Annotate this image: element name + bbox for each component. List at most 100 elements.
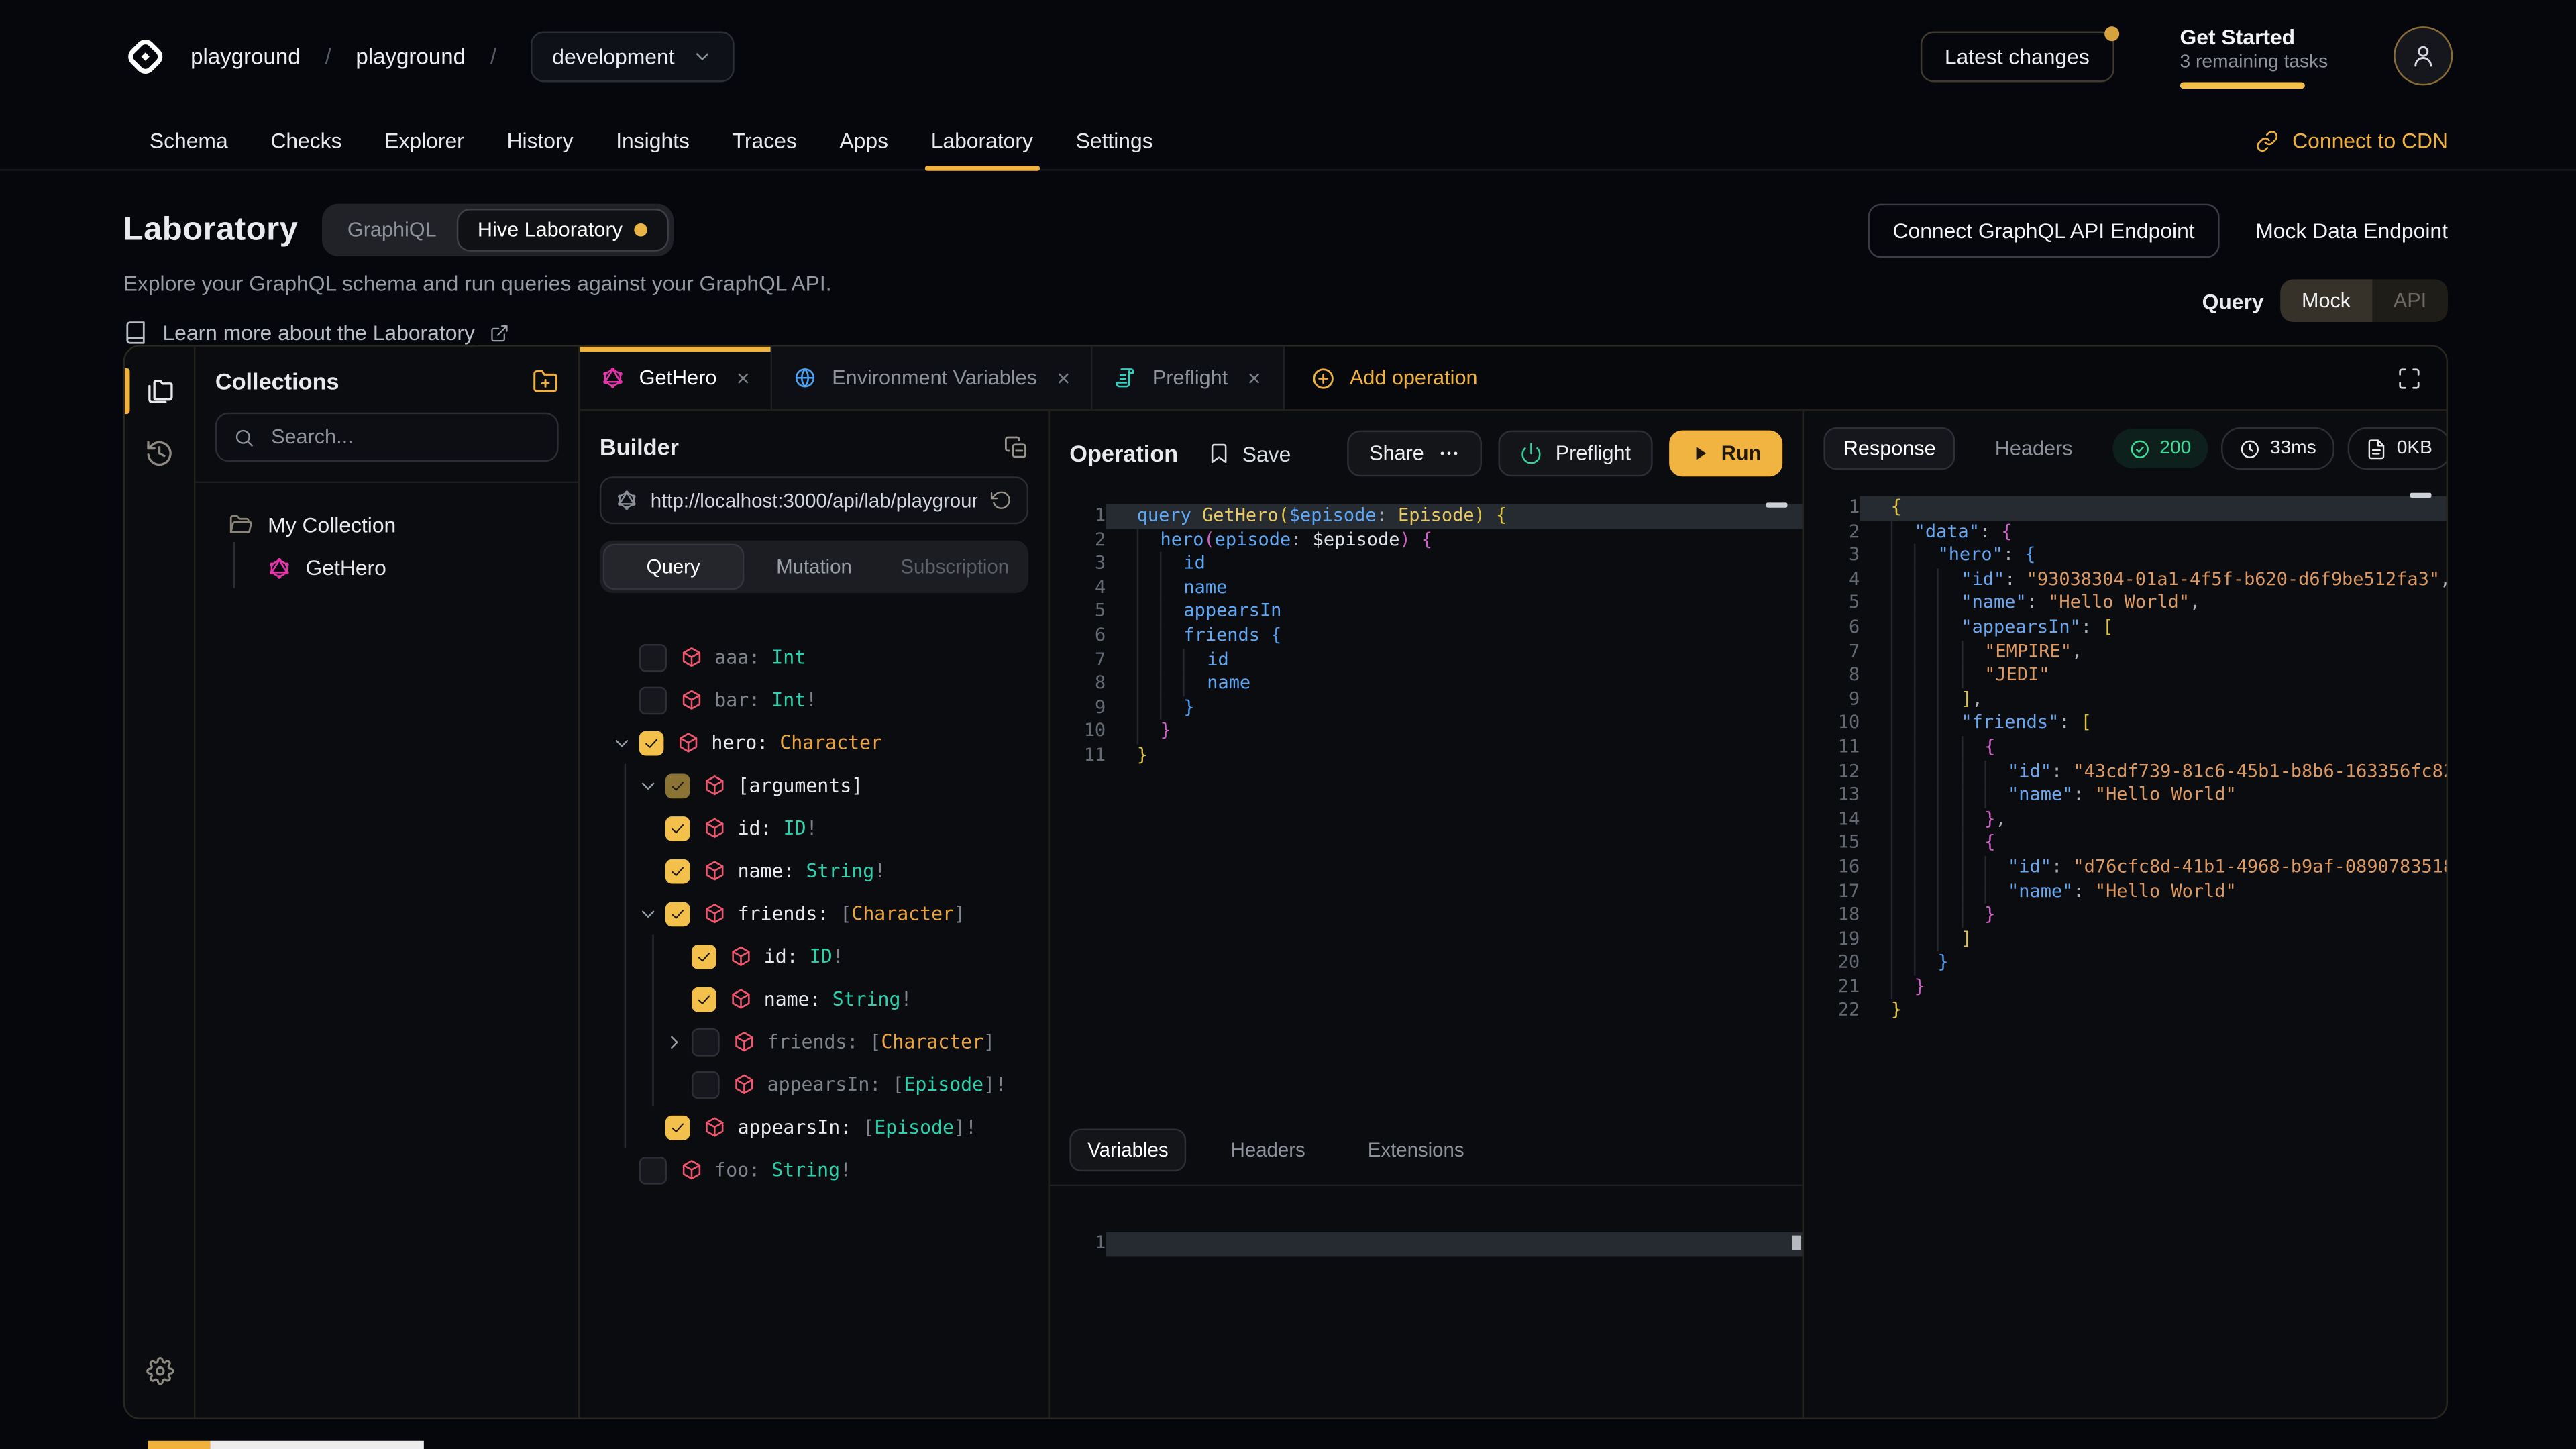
nav-item-apps[interactable]: Apps [818, 112, 910, 170]
field-checkbox[interactable] [692, 944, 716, 969]
chevron-down-icon[interactable] [637, 775, 659, 796]
search-input[interactable] [268, 424, 541, 450]
tab-response-headers[interactable]: Headers [1975, 427, 2092, 470]
nav-item-settings[interactable]: Settings [1055, 112, 1175, 170]
scrollbar-thumb[interactable] [1792, 1236, 1801, 1250]
field-checkbox[interactable] [692, 987, 716, 1012]
fullscreen-button[interactable] [2371, 347, 2447, 409]
ui-toggle-graphiql[interactable]: GraphiQL [327, 210, 456, 250]
tree-field-row[interactable]: hero:Character [580, 721, 1048, 764]
close-tab-icon[interactable]: × [1057, 366, 1070, 389]
response-editor[interactable]: 1{2"data": {3"hero": {4"id": "93038304-0… [1804, 486, 2447, 1418]
query-editor[interactable]: 1query GetHero($episode: Episode) {2hero… [1050, 496, 1803, 1116]
nav-item-schema[interactable]: Schema [128, 112, 249, 170]
close-tab-icon[interactable]: × [737, 366, 750, 389]
collection-operation-gethero[interactable]: GetHero [248, 545, 562, 590]
nav-item-traces[interactable]: Traces [711, 112, 818, 170]
code-line: 6friends { [1050, 625, 1803, 649]
field-checkbox[interactable] [665, 773, 690, 798]
nav-item-insights[interactable]: Insights [594, 112, 710, 170]
tab-label: Environment Variables [832, 366, 1037, 389]
field-checkbox[interactable] [692, 1028, 720, 1056]
tree-field-row[interactable]: foo:String! [580, 1148, 1048, 1191]
tree-field-row[interactable]: appearsIn:[Episode]! [580, 1063, 1048, 1106]
add-operation-button[interactable]: Add operation [1284, 347, 1504, 409]
tab-op-headers[interactable]: Headers [1213, 1128, 1324, 1171]
tree-field-row[interactable]: name:String! [580, 849, 1048, 892]
save-button[interactable]: Save [1208, 441, 1291, 466]
tree-field-row[interactable]: appearsIn:[Episode]! [580, 1106, 1048, 1148]
learn-more-link[interactable]: Learn more about the Laboratory [123, 321, 832, 345]
rail-collections-button[interactable] [125, 360, 194, 422]
tab-preflight[interactable]: Preflight× [1093, 347, 1284, 409]
hive-logo-icon[interactable] [123, 34, 168, 78]
chevron-right-icon[interactable] [663, 1031, 685, 1053]
preflight-button[interactable]: Preflight [1498, 431, 1652, 477]
tree-field-row[interactable]: bar:Int! [580, 678, 1048, 721]
type-cube-icon [729, 945, 752, 967]
connect-endpoint-button[interactable]: Connect GraphQL API Endpoint [1868, 204, 2220, 258]
rail-history-button[interactable] [125, 422, 194, 484]
share-button[interactable]: Share [1348, 431, 1481, 477]
code-line: 6"appearsIn": [ [1804, 616, 2447, 640]
refresh-icon[interactable] [991, 490, 1012, 511]
field-checkbox[interactable] [692, 1071, 720, 1099]
tab-subscription[interactable]: Subscription [884, 544, 1025, 590]
field-checkbox[interactable] [665, 816, 690, 841]
line-number: 7 [1050, 648, 1106, 672]
tree-field-row[interactable]: [arguments] [580, 764, 1048, 807]
collections-search[interactable] [215, 413, 559, 462]
field-type: [Episode]! [863, 1116, 977, 1138]
mock-endpoint-button[interactable]: Mock Data Endpoint [2255, 219, 2448, 244]
breadcrumb-project[interactable]: playground [356, 44, 466, 68]
variables-editor[interactable]: 1 [1050, 1186, 1803, 1417]
target-select[interactable]: development [531, 30, 733, 81]
breadcrumb-org[interactable]: playground [191, 44, 301, 68]
nav-item-laboratory[interactable]: Laboratory [910, 112, 1055, 170]
field-checkbox[interactable] [665, 859, 690, 883]
breadcrumb-separator: / [325, 44, 331, 68]
nav-item-explorer[interactable]: Explorer [363, 112, 485, 170]
tab-extensions[interactable]: Extensions [1350, 1128, 1483, 1171]
get-started-widget[interactable]: Get Started 3 remaining tasks [2180, 24, 2328, 89]
tree-field-row[interactable]: aaa:Int [580, 636, 1048, 679]
mode-toggle-mock[interactable]: Mock [2280, 279, 2372, 322]
tree-field-row[interactable]: id:ID! [580, 806, 1048, 849]
collection-folder-my-collection[interactable]: My Collection [212, 504, 562, 545]
field-checkbox[interactable] [665, 901, 690, 926]
status-code: 200 [2159, 439, 2191, 458]
tree-field-row[interactable]: id:ID! [580, 934, 1048, 977]
tab-response[interactable]: Response [1823, 427, 1955, 470]
tab-gethero[interactable]: GetHero× [580, 347, 773, 409]
run-button[interactable]: Run [1668, 431, 1782, 477]
mode-toggle-api[interactable]: API [2372, 279, 2448, 322]
chevron-down-icon[interactable] [611, 732, 633, 753]
tab-variables[interactable]: Variables [1069, 1128, 1186, 1171]
field-checkbox[interactable] [639, 643, 667, 672]
tree-field-row[interactable]: name:String! [580, 977, 1048, 1020]
tree-field-row[interactable]: friends:[Character] [580, 892, 1048, 935]
code-line: 12"id": "43cdf739-81c6-45b1-b8b6-163356f… [1804, 760, 2447, 784]
collapse-panel-icon[interactable] [1004, 435, 1028, 460]
code-line: 14}, [1804, 808, 2447, 832]
tab-environment-variables[interactable]: Environment Variables × [773, 347, 1093, 409]
rail-settings-button[interactable] [125, 1339, 194, 1401]
ui-toggle-hive-laboratory[interactable]: Hive Laboratory [456, 209, 669, 252]
nav-item-history[interactable]: History [486, 112, 595, 170]
line-number: 5 [1050, 600, 1106, 625]
connect-to-cdn-link[interactable]: Connect to CDN [2256, 128, 2448, 153]
tree-field-row[interactable]: friends:[Character] [580, 1020, 1048, 1063]
field-checkbox[interactable] [639, 731, 664, 755]
user-avatar[interactable] [2394, 26, 2453, 85]
field-checkbox[interactable] [639, 1156, 667, 1184]
endpoint-url-input[interactable]: http://localhost:3000/api/lab/playground [600, 476, 1028, 524]
nav-item-checks[interactable]: Checks [250, 112, 364, 170]
tab-mutation[interactable]: Mutation [744, 544, 885, 590]
latest-changes-button[interactable]: Latest changes [1920, 30, 2114, 81]
close-tab-icon[interactable]: × [1248, 366, 1261, 389]
field-checkbox[interactable] [639, 686, 667, 714]
tab-query[interactable]: Query [603, 544, 744, 590]
chevron-down-icon[interactable] [637, 903, 659, 924]
field-checkbox[interactable] [665, 1115, 690, 1140]
add-collection-button[interactable] [532, 368, 558, 394]
